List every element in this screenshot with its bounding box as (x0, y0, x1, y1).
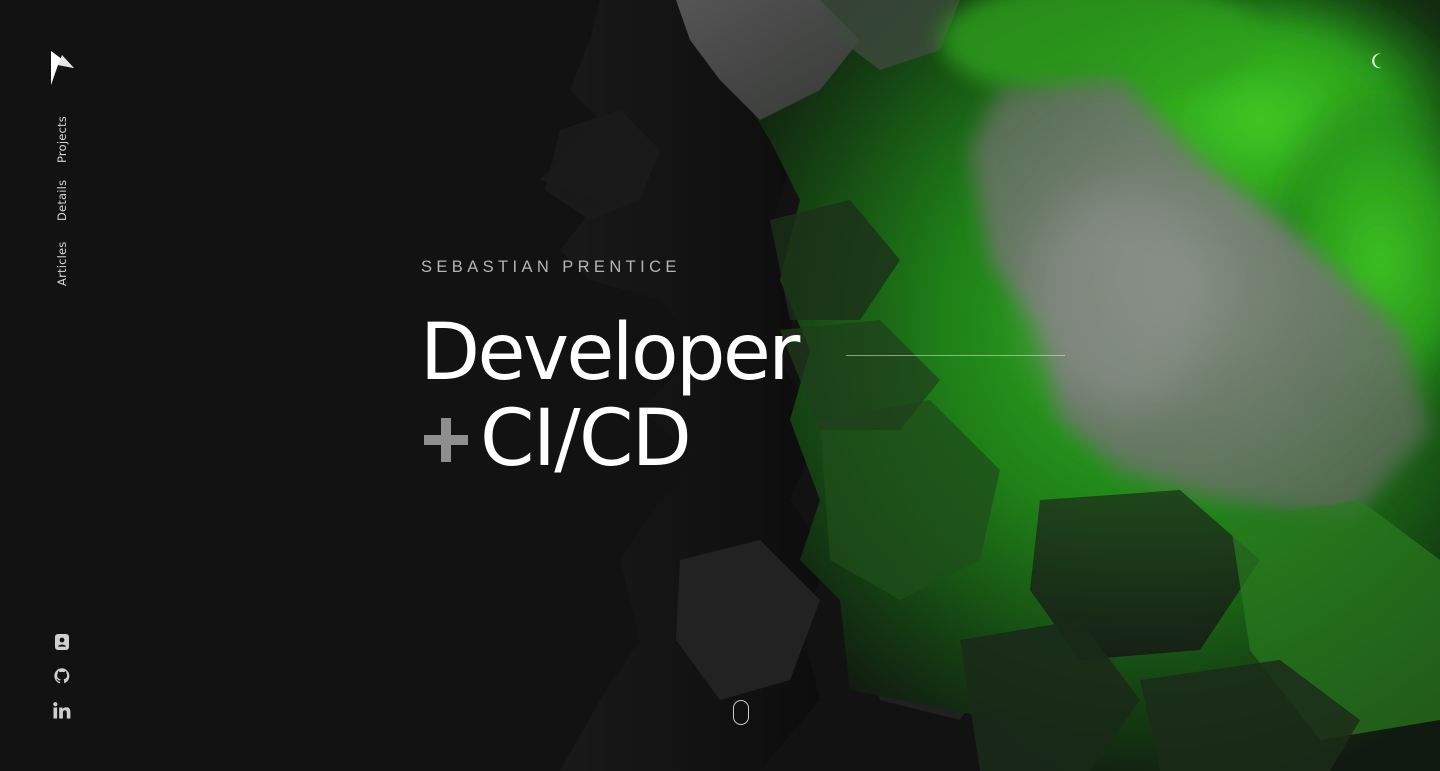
nav-link-projects[interactable]: Projects (50, 111, 74, 163)
contact-card-icon (55, 634, 69, 650)
lightning-arrow-logo-icon[interactable] (49, 49, 75, 85)
nav-link-details[interactable]: Details (50, 179, 74, 221)
contact-link[interactable] (50, 630, 74, 654)
hero-headline-primary: Developer (420, 308, 800, 398)
plus-icon (424, 418, 468, 462)
hero-headline-secondary: CI/CD (480, 394, 692, 484)
moon-icon (1372, 53, 1382, 69)
page: Projects Details Articles SEBASTIAN PREN… (0, 0, 1440, 771)
linkedin-link[interactable] (50, 698, 74, 722)
hero-section: SEBASTIAN PRENTICE Developer CI/CD (420, 252, 1120, 492)
hero-name: SEBASTIAN PRENTICE (421, 258, 681, 276)
side-navigation: Projects Details Articles (50, 106, 74, 296)
headline-divider-line (846, 355, 1065, 356)
theme-toggle-button[interactable] (1366, 47, 1394, 75)
mouse-scroll-icon[interactable] (733, 700, 749, 725)
nav-link-articles[interactable]: Articles (50, 240, 74, 286)
linkedin-icon (53, 701, 71, 718)
github-icon (54, 668, 70, 684)
github-link[interactable] (50, 664, 74, 688)
